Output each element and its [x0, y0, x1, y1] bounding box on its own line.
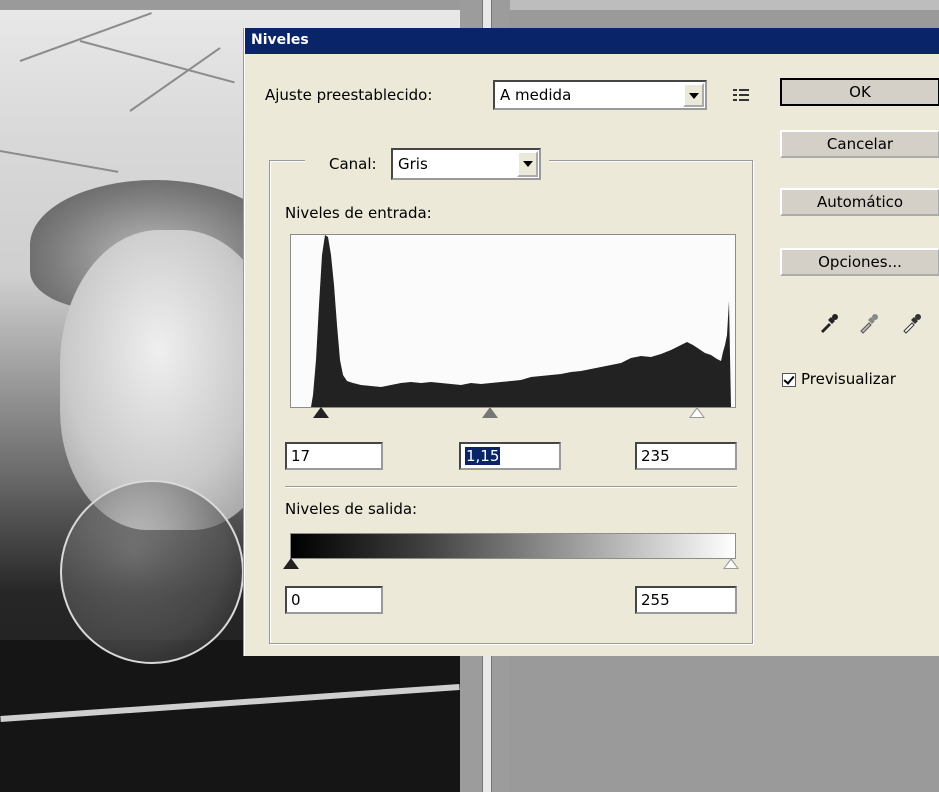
dialog-titlebar[interactable]: Niveles	[245, 28, 939, 54]
channel-value: Gris	[398, 155, 428, 173]
black-eyedropper-icon[interactable]	[817, 311, 841, 335]
input-white-value: 235	[641, 447, 670, 465]
output-white-field[interactable]: 255	[635, 586, 737, 614]
input-gamma-slider[interactable]	[482, 407, 498, 418]
output-black-value: 0	[291, 591, 301, 609]
preview-label: Previsualizar	[801, 370, 896, 388]
ok-button[interactable]: OK	[780, 78, 939, 106]
auto-button[interactable]: Automático	[780, 188, 939, 216]
histogram-plot	[311, 235, 731, 407]
input-gamma-field[interactable]: 1,15	[459, 442, 561, 470]
soap-bubble	[60, 480, 244, 664]
input-black-field[interactable]: 17	[285, 442, 383, 470]
histogram-area	[311, 235, 731, 407]
input-white-slider[interactable]	[689, 407, 705, 418]
output-white-value: 255	[641, 591, 670, 609]
preset-label: Ajuste preestablecido:	[265, 86, 433, 104]
preview-checkbox[interactable]	[782, 373, 796, 387]
white-eyedropper-icon[interactable]	[900, 311, 924, 335]
input-white-field[interactable]: 235	[635, 442, 737, 470]
preset-value: A medida	[500, 86, 572, 104]
options-button[interactable]: Opciones...	[780, 248, 939, 276]
channel-label: Canal:	[329, 155, 377, 173]
preset-select[interactable]: A medida	[493, 80, 707, 110]
output-white-slider[interactable]	[723, 558, 739, 569]
chevron-down-icon[interactable]	[517, 151, 538, 177]
input-black-slider[interactable]	[313, 407, 329, 418]
gray-eyedropper-icon[interactable]	[857, 311, 881, 335]
channel-select[interactable]: Gris	[391, 148, 541, 180]
output-gradient-bar	[290, 533, 736, 559]
levels-dialog: Niveles Ajuste preestablecido: A medida …	[244, 28, 939, 656]
preset-menu-icon[interactable]	[733, 88, 751, 104]
input-gamma-value: 1,15	[465, 447, 501, 465]
branch	[79, 40, 235, 84]
input-levels-label: Niveles de entrada:	[285, 204, 432, 222]
section-divider	[285, 486, 737, 488]
workspace-top-strip	[510, 0, 939, 10]
cancel-button[interactable]: Cancelar	[780, 130, 939, 158]
canvas-top-strip	[0, 0, 460, 10]
chevron-down-icon[interactable]	[683, 83, 704, 107]
dialog-title: Niveles	[251, 32, 309, 48]
input-black-value: 17	[291, 447, 311, 465]
output-black-field[interactable]: 0	[285, 586, 383, 614]
output-black-slider[interactable]	[283, 558, 299, 569]
branch	[0, 150, 119, 173]
histogram	[290, 234, 736, 408]
output-levels-label: Niveles de salida:	[285, 500, 418, 518]
